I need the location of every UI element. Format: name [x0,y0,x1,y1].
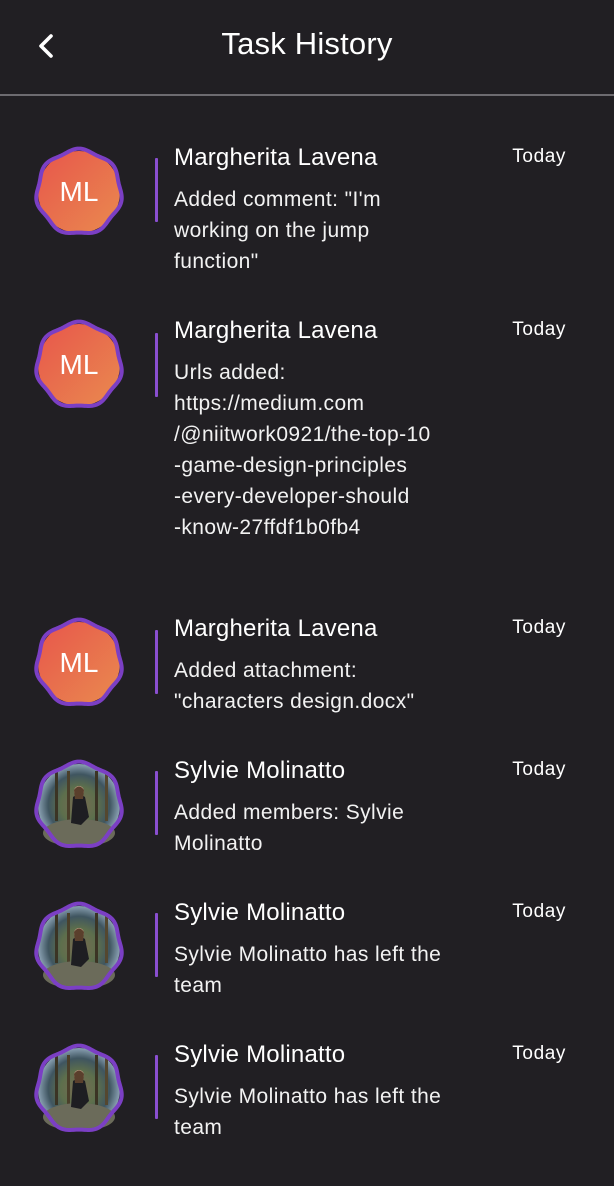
entry-time: Today [512,617,566,638]
accent-divider [155,771,158,835]
entry-time: Today [512,319,566,340]
entry-author: Sylvie Molinatto [174,899,346,926]
entry-message: Added attachment: "characters design.doc… [174,659,415,713]
avatar-initials: ML [59,349,99,380]
page-title: Task History [221,26,393,61]
avatar[interactable]: ML [33,319,125,411]
avatar[interactable]: ML [33,146,125,238]
avatar[interactable] [33,759,125,851]
avatar[interactable] [33,901,125,993]
avatar[interactable] [33,1043,125,1135]
header: Task History [0,0,614,96]
accent-divider [155,333,158,397]
task-history-screen: Task History ML Margherita Lavena Today Add… [0,0,614,1186]
entry-author: Margherita Lavena [174,317,378,344]
entry-message: Urls added: https://medium.com /@niitwor… [174,361,431,539]
entry-time: Today [512,759,566,780]
entry-author: Margherita Lavena [174,144,378,171]
avatar-initials: ML [59,176,99,207]
entry-author: Sylvie Molinatto [174,1041,346,1068]
entry-message: Added members: Sylvie Molinatto [174,801,405,855]
accent-divider [155,630,158,694]
entry-message: Sylvie Molinatto has left the team [174,943,442,997]
entry-time: Today [512,146,566,167]
avatar-initials: ML [59,647,99,678]
entry-time: Today [512,1043,566,1064]
entry-author: Margherita Lavena [174,615,378,642]
entry-message: Sylvie Molinatto has left the team [174,1085,442,1139]
accent-divider [155,1055,158,1119]
accent-divider [155,913,158,977]
entry-message: Added comment: "I'm working on the jump … [174,188,381,273]
entry-time: Today [512,901,566,922]
accent-divider [155,158,158,222]
avatar[interactable]: ML [33,617,125,709]
entry-author: Sylvie Molinatto [174,757,346,784]
